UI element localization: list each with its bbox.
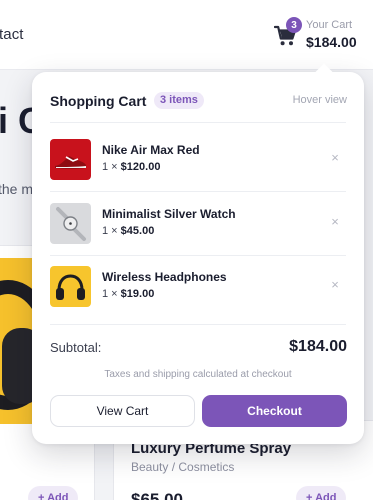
view-cart-button[interactable]: View Cart [50, 395, 195, 427]
cart-item-name: Wireless Headphones [102, 270, 227, 284]
divider [50, 191, 346, 192]
divider [50, 324, 346, 325]
product-price: $65.00 [131, 490, 183, 500]
cart-item: Wireless Headphones 1 × $19.00 × [50, 266, 346, 316]
nav-link-contact[interactable]: tact [0, 26, 24, 43]
cart-item: Nike Air Max Red 1 × $120.00 × [50, 139, 346, 189]
cart-item-name: Minimalist Silver Watch [102, 207, 236, 221]
cart-dropdown-title: Shopping Cart [50, 93, 147, 109]
item-count-badge: 3 items [154, 92, 204, 109]
divider [50, 122, 346, 123]
remove-item-icon[interactable]: × [328, 278, 342, 292]
cart-caption: Your Cart [306, 19, 353, 31]
red-sneaker-icon [50, 139, 91, 180]
add-to-cart-button[interactable]: + Add [28, 486, 79, 500]
cart-item-qty-price: 1 × $120.00 [102, 161, 161, 173]
remove-item-icon[interactable]: × [328, 151, 342, 165]
product-category: Beauty / Cosmetics [131, 460, 235, 474]
silver-watch-icon [50, 203, 91, 244]
cart-item: Minimalist Silver Watch 1 × $45.00 × [50, 203, 346, 253]
cart-item-name: Nike Air Max Red [102, 143, 200, 157]
cart-item-qty-price: 1 × $45.00 [102, 225, 155, 237]
cart-count-badge: 3 [286, 17, 302, 33]
hover-view-hint: Hover view [292, 94, 347, 106]
cart-dropdown: Shopping Cart 3 items Hover view Nike Ai… [32, 72, 364, 444]
cart-button[interactable]: 3 Your Cart $184.00 [274, 16, 370, 56]
hero-subtitle: the m [0, 181, 34, 197]
cart-total-amount: $184.00 [306, 34, 357, 50]
headphones-icon [50, 266, 91, 307]
add-to-cart-button[interactable]: + Add [296, 486, 347, 500]
checkout-button[interactable]: Checkout [202, 395, 347, 427]
subtotal-value: $184.00 [289, 338, 347, 355]
top-navbar: tact 3 Your Cart $184.00 [0, 0, 373, 70]
tax-note: Taxes and shipping calculated at checkou… [104, 369, 292, 380]
divider [50, 255, 346, 256]
remove-item-icon[interactable]: × [328, 215, 342, 229]
subtotal-label: Subtotal: [50, 340, 102, 355]
cart-item-qty-price: 1 × $19.00 [102, 288, 155, 300]
